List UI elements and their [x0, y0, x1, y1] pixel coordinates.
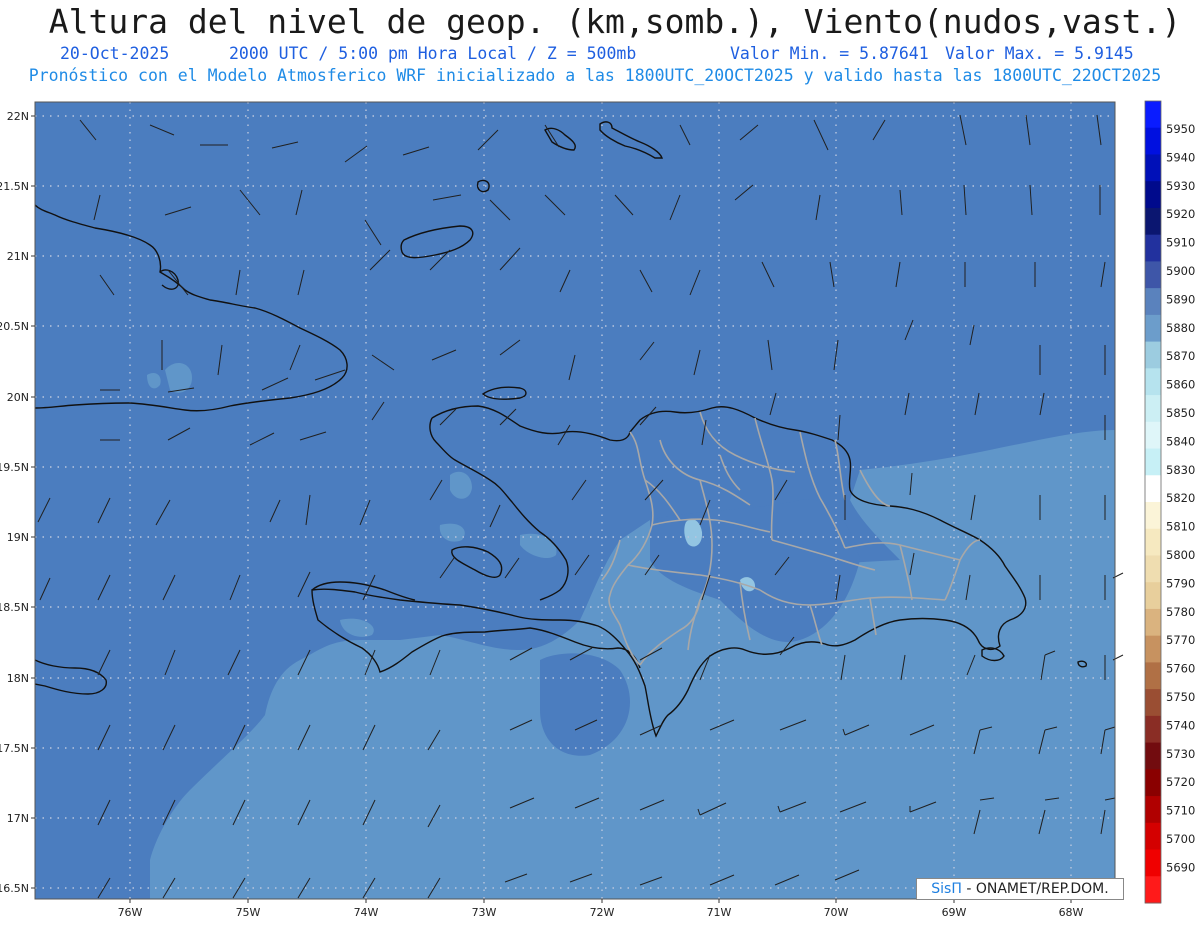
colorbar-swatch — [1145, 715, 1161, 744]
colorbar-swatch — [1145, 582, 1161, 610]
colorbar-label: 5930 — [1166, 179, 1195, 193]
lon-label: 71W — [707, 906, 732, 919]
colorbar-label: 5870 — [1166, 349, 1195, 363]
colorbar-label: 5690 — [1166, 860, 1195, 874]
colorbar-label: 5720 — [1166, 775, 1195, 789]
colorbar-label: 5750 — [1166, 690, 1195, 704]
colorbar-swatch — [1145, 849, 1161, 877]
colorbar-swatch — [1145, 288, 1161, 316]
colorbar-swatch — [1145, 261, 1161, 289]
colorbar-label: 5860 — [1166, 378, 1195, 392]
colorbar-swatch — [1145, 635, 1161, 663]
colorbar-swatch — [1145, 101, 1161, 129]
colorbar-swatch — [1145, 876, 1161, 904]
colorbar-swatch — [1145, 207, 1161, 236]
colorbar-swatch — [1145, 154, 1161, 182]
colorbar-swatch — [1145, 689, 1161, 717]
colorbar-swatch — [1145, 502, 1161, 530]
lat-label: 18.5N — [0, 601, 29, 614]
lon-label: 73W — [472, 906, 497, 919]
colorbar-label: 5840 — [1166, 434, 1195, 448]
lat-label: 18N — [7, 672, 29, 685]
credit-org: - ONAMET/REP.DOM. — [966, 881, 1109, 897]
colorbar-label: 5700 — [1166, 832, 1195, 846]
lon-label: 69W — [942, 906, 967, 919]
colorbar-label: 5780 — [1166, 605, 1195, 619]
colorbar-swatch — [1145, 448, 1161, 476]
colorbar: 5950 5940 5930 5920 5910 5900 5890 5880 5870 5860… — [1144, 100, 1195, 904]
lon-label: 75W — [236, 906, 261, 919]
colorbar-swatch — [1145, 127, 1161, 155]
lat-label: 17N — [7, 812, 29, 825]
colorbar-label: 5760 — [1166, 662, 1195, 676]
lat-label: 21N — [7, 250, 29, 263]
colorbar-label: 5950 — [1166, 122, 1195, 136]
colorbar-label: 5740 — [1166, 718, 1195, 732]
colorbar-swatch — [1145, 608, 1161, 637]
lon-label: 72W — [590, 906, 615, 919]
lat-label: 20.5N — [0, 320, 29, 333]
lon-label: 74W — [354, 906, 379, 919]
colorbar-label: 5810 — [1166, 520, 1195, 534]
colorbar-swatch — [1145, 341, 1161, 369]
credit-box: SisΠ - ONAMET/REP.DOM. — [916, 878, 1124, 900]
colorbar-swatch — [1145, 796, 1161, 824]
colorbar-swatch — [1145, 822, 1161, 851]
colorbar-label: 5900 — [1166, 264, 1195, 278]
colorbar-swatch — [1145, 475, 1161, 503]
lat-label: 16.5N — [0, 882, 29, 895]
colorbar-swatch — [1145, 368, 1161, 396]
lat-label: 20N — [7, 391, 29, 404]
lat-label: 21.5N — [0, 180, 29, 193]
colorbar-label: 5710 — [1166, 804, 1195, 818]
colorbar-label: 5830 — [1166, 463, 1195, 477]
sispi-logo: SisΠ — [931, 881, 962, 897]
colorbar-label: 5940 — [1166, 150, 1195, 164]
lon-label: 70W — [824, 906, 849, 919]
colorbar-label: 5890 — [1166, 292, 1195, 306]
lat-label: 17.5N — [0, 742, 29, 755]
colorbar-swatch — [1145, 555, 1161, 583]
colorbar-label: 5790 — [1166, 576, 1195, 590]
colorbar-swatch — [1145, 421, 1161, 450]
colorbar-label: 5820 — [1166, 491, 1195, 505]
colorbar-swatch — [1145, 742, 1161, 770]
colorbar-label: 5800 — [1166, 548, 1195, 562]
lat-label: 22N — [7, 110, 29, 123]
colorbar-swatch — [1145, 234, 1161, 262]
colorbar-swatch — [1145, 181, 1161, 209]
lat-label: 19.5N — [0, 461, 29, 474]
colorbar-label: 5920 — [1166, 207, 1195, 221]
colorbar-label: 5880 — [1166, 321, 1195, 335]
colorbar-swatch — [1145, 769, 1161, 797]
colorbar-swatch — [1145, 395, 1161, 423]
lon-label: 76W — [118, 906, 143, 919]
forecast-map: 22N 21.5N 21N 20.5N 20N 19.5N 19N 18.5N … — [0, 100, 1195, 919]
colorbar-swatch — [1145, 314, 1161, 343]
colorbar-label: 5770 — [1166, 633, 1195, 647]
lat-label: 19N — [7, 531, 29, 544]
colorbar-swatch — [1145, 528, 1161, 556]
lon-label: 68W — [1059, 906, 1084, 919]
colorbar-label: 5850 — [1166, 406, 1195, 420]
colorbar-label: 5730 — [1166, 747, 1195, 761]
colorbar-label: 5910 — [1166, 236, 1195, 250]
colorbar-swatch — [1145, 662, 1161, 690]
